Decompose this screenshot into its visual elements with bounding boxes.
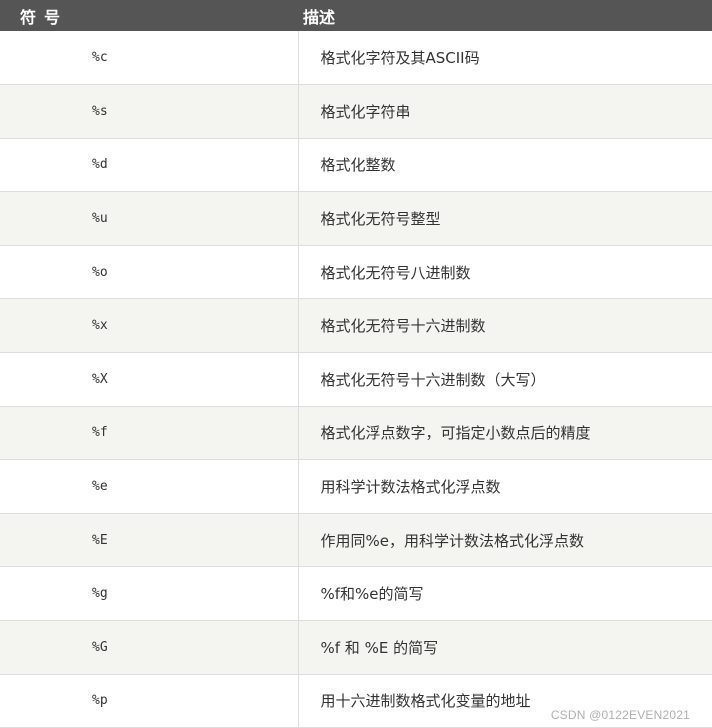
symbol-cell: %p <box>0 674 299 728</box>
description-cell: %f和%e的简写 <box>298 566 712 622</box>
symbol-cell: %E <box>0 513 299 568</box>
description-cell: 格式化浮点数字，可指定小数点后的精度 <box>298 406 712 461</box>
description-cell: 格式化无符号十六进制数 <box>298 298 712 354</box>
header-symbol: 符号 <box>20 7 69 27</box>
description-cell: 格式化无符号八进制数 <box>298 245 712 300</box>
table-row: %d 格式化整数 <box>0 138 712 193</box>
description-cell: %f 和 %E 的简写 <box>298 620 712 675</box>
description-cell: 作用同%e，用科学计数法格式化浮点数 <box>298 513 712 568</box>
table-row: %E 作用同%e，用科学计数法格式化浮点数 <box>0 513 712 568</box>
symbol-cell: %c <box>0 31 299 86</box>
symbol-cell: %G <box>0 620 299 675</box>
description-cell: 格式化无符号整型 <box>298 191 712 246</box>
table-row: %c 格式化字符及其ASCII码 <box>0 31 712 86</box>
symbol-cell: %s <box>0 84 299 139</box>
header-description: 描述 <box>303 7 336 27</box>
watermark: CSDN @0122EVEN2021 <box>550 708 690 722</box>
symbol-cell: %g <box>0 566 299 622</box>
symbol-cell: %x <box>0 298 299 354</box>
format-symbols-table: 符号 描述 %c 格式化字符及其ASCII码 %s 格式化字符串 %d 格式化整… <box>0 0 712 728</box>
table-row: %X 格式化无符号十六进制数（大写） <box>0 352 712 407</box>
symbol-cell: %X <box>0 352 299 407</box>
table-row: %e 用科学计数法格式化浮点数 <box>0 459 712 514</box>
table-row: %x 格式化无符号十六进制数 <box>0 298 712 354</box>
table-row: %s 格式化字符串 <box>0 84 712 139</box>
symbol-cell: %u <box>0 191 299 246</box>
table-body: %c 格式化字符及其ASCII码 %s 格式化字符串 %d 格式化整数 %u 格… <box>0 31 712 728</box>
description-cell: 格式化无符号十六进制数（大写） <box>298 352 712 407</box>
table-row: %o 格式化无符号八进制数 <box>0 245 712 300</box>
description-cell: 格式化字符及其ASCII码 <box>298 31 712 86</box>
symbol-cell: %o <box>0 245 299 300</box>
table-row: %u 格式化无符号整型 <box>0 191 712 246</box>
symbol-cell: %e <box>0 459 299 514</box>
description-cell: 用科学计数法格式化浮点数 <box>298 459 712 514</box>
table-header: 符号 描述 <box>0 0 712 31</box>
table-row: %G %f 和 %E 的简写 <box>0 620 712 675</box>
table-header-row: 符号 描述 <box>0 0 712 31</box>
symbol-cell: %f <box>0 406 299 461</box>
description-cell: 格式化字符串 <box>298 84 712 139</box>
symbol-cell: %d <box>0 138 299 193</box>
description-cell: 格式化整数 <box>298 138 712 193</box>
table-row: %f 格式化浮点数字，可指定小数点后的精度 <box>0 406 712 461</box>
table-row: %g %f和%e的简写 <box>0 566 712 622</box>
